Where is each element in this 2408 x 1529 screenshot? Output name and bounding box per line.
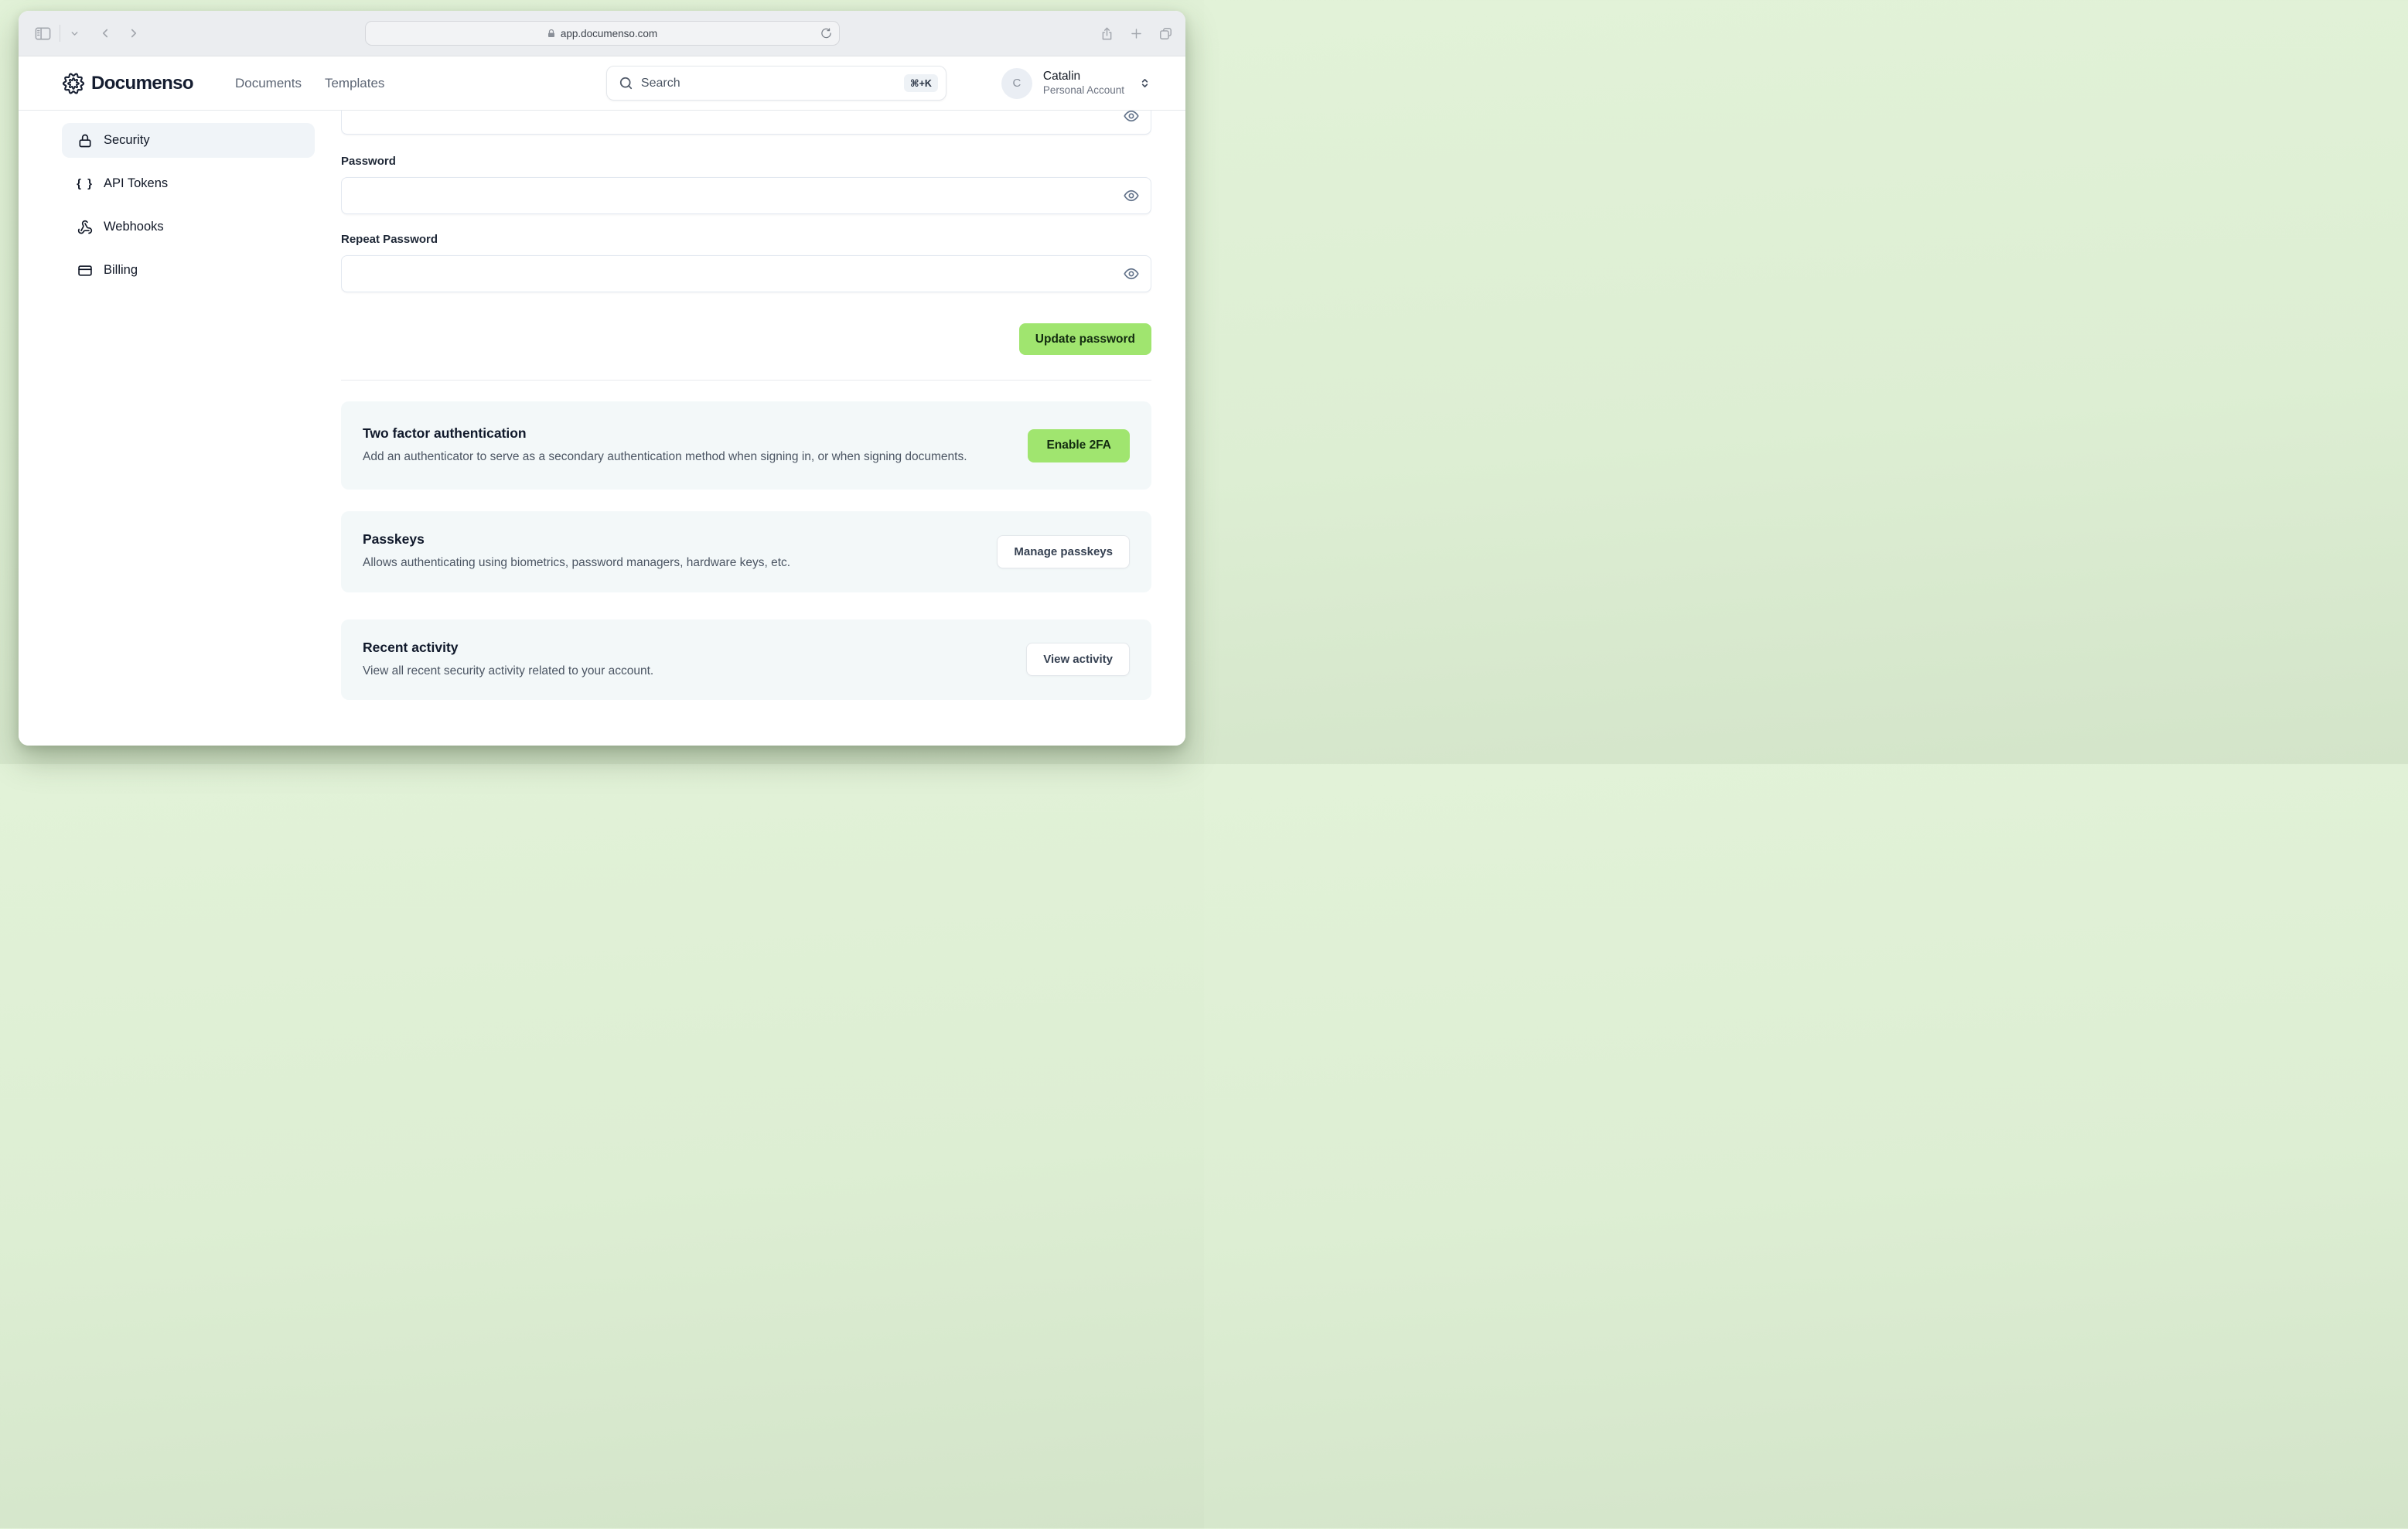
braces-icon: { } [77, 177, 94, 190]
passkeys-card: Passkeys Allows authenticating using bio… [341, 511, 1151, 592]
password-field [341, 177, 1151, 214]
sidebar-item-label: API Tokens [104, 176, 169, 190]
tab-overview-icon[interactable] [1158, 26, 1173, 41]
reload-icon[interactable] [820, 28, 832, 39]
manage-passkeys-button[interactable]: Manage passkeys [997, 534, 1130, 568]
tab-group-chevron-icon[interactable] [70, 29, 80, 39]
account-name: Catalin [1042, 70, 1081, 84]
recent-activity-title: Recent activity [363, 639, 459, 655]
two-factor-title: Two factor authentication [363, 425, 527, 441]
sidebar-item-label: Security [104, 133, 150, 147]
new-tab-icon[interactable] [1129, 26, 1144, 41]
avatar: C [1001, 67, 1032, 99]
two-factor-description: Add an authenticator to serve as a secon… [363, 450, 967, 463]
password-label: Password [341, 155, 396, 168]
chevrons-up-down-icon [1138, 77, 1151, 90]
password-input[interactable] [341, 177, 1151, 214]
passkeys-title: Passkeys [363, 531, 425, 548]
sidebar-item-label: Webhooks [104, 220, 164, 234]
account-type: Personal Account [1042, 84, 1124, 96]
enable-2fa-button[interactable]: Enable 2FA [1028, 428, 1130, 462]
section-divider [341, 380, 1151, 381]
view-activity-button[interactable]: View activity [1026, 643, 1130, 677]
browser-toolbar: app.documenso.com [19, 11, 1185, 56]
repeat-password-input[interactable] [341, 255, 1151, 292]
https-lock-icon [547, 29, 556, 39]
credit-card-icon [77, 263, 94, 278]
recent-activity-card: Recent activity View all recent security… [341, 619, 1151, 700]
forward-icon[interactable] [127, 26, 141, 40]
sidebar-toggle-icon[interactable] [34, 25, 52, 43]
brand-name: Documenso [91, 72, 194, 94]
sidebar-item-billing[interactable]: Billing [62, 253, 315, 288]
eye-icon[interactable] [1122, 186, 1141, 205]
lock-icon [77, 133, 94, 148]
share-icon[interactable] [1100, 26, 1114, 41]
sidebar-item-webhooks[interactable]: Webhooks [62, 210, 315, 244]
back-icon[interactable] [98, 26, 112, 40]
repeat-password-field [341, 255, 1151, 292]
url-text: app.documenso.com [560, 27, 658, 39]
nav-templates[interactable]: Templates [325, 76, 384, 91]
browser-window: app.documenso.com Documenso Documents Te… [19, 11, 1185, 746]
eye-icon[interactable] [1122, 265, 1141, 283]
two-factor-card: Two factor authentication Add an authent… [341, 401, 1151, 490]
webhook-icon [77, 220, 94, 235]
address-bar[interactable]: app.documenso.com [364, 21, 840, 46]
eye-icon[interactable] [1122, 111, 1141, 125]
app-header: Documenso Documents Templates Search ⌘+K… [19, 56, 1185, 111]
brand-logo[interactable]: Documenso [62, 72, 194, 95]
passkeys-description: Allows authenticating using biometrics, … [363, 556, 791, 570]
documenso-logo-icon [62, 72, 85, 94]
top-nav: Documents Templates [235, 76, 384, 91]
recent-activity-description: View all recent security activity relate… [363, 664, 654, 677]
update-password-button[interactable]: Update password [1018, 323, 1151, 355]
search-icon [619, 76, 633, 90]
nav-documents[interactable]: Documents [235, 76, 302, 91]
repeat-password-label: Repeat Password [341, 233, 438, 246]
security-settings-main: Password Repeat Password Update password [341, 111, 1151, 746]
sidebar-item-api-tokens[interactable]: { } API Tokens [62, 166, 315, 201]
sidebar-item-label: Billing [104, 263, 138, 277]
search-shortcut-badge: ⌘+K [903, 74, 938, 92]
sidebar-item-security[interactable]: Security [62, 123, 315, 158]
current-password-field [341, 111, 1151, 135]
account-menu[interactable]: C Catalin Personal Account [1001, 67, 1151, 99]
current-password-input[interactable] [341, 111, 1151, 135]
settings-sidebar: Security { } API Tokens Webhooks Billing [62, 111, 315, 746]
search-placeholder: Search [640, 76, 680, 90]
search-input[interactable]: Search ⌘+K [605, 66, 946, 101]
